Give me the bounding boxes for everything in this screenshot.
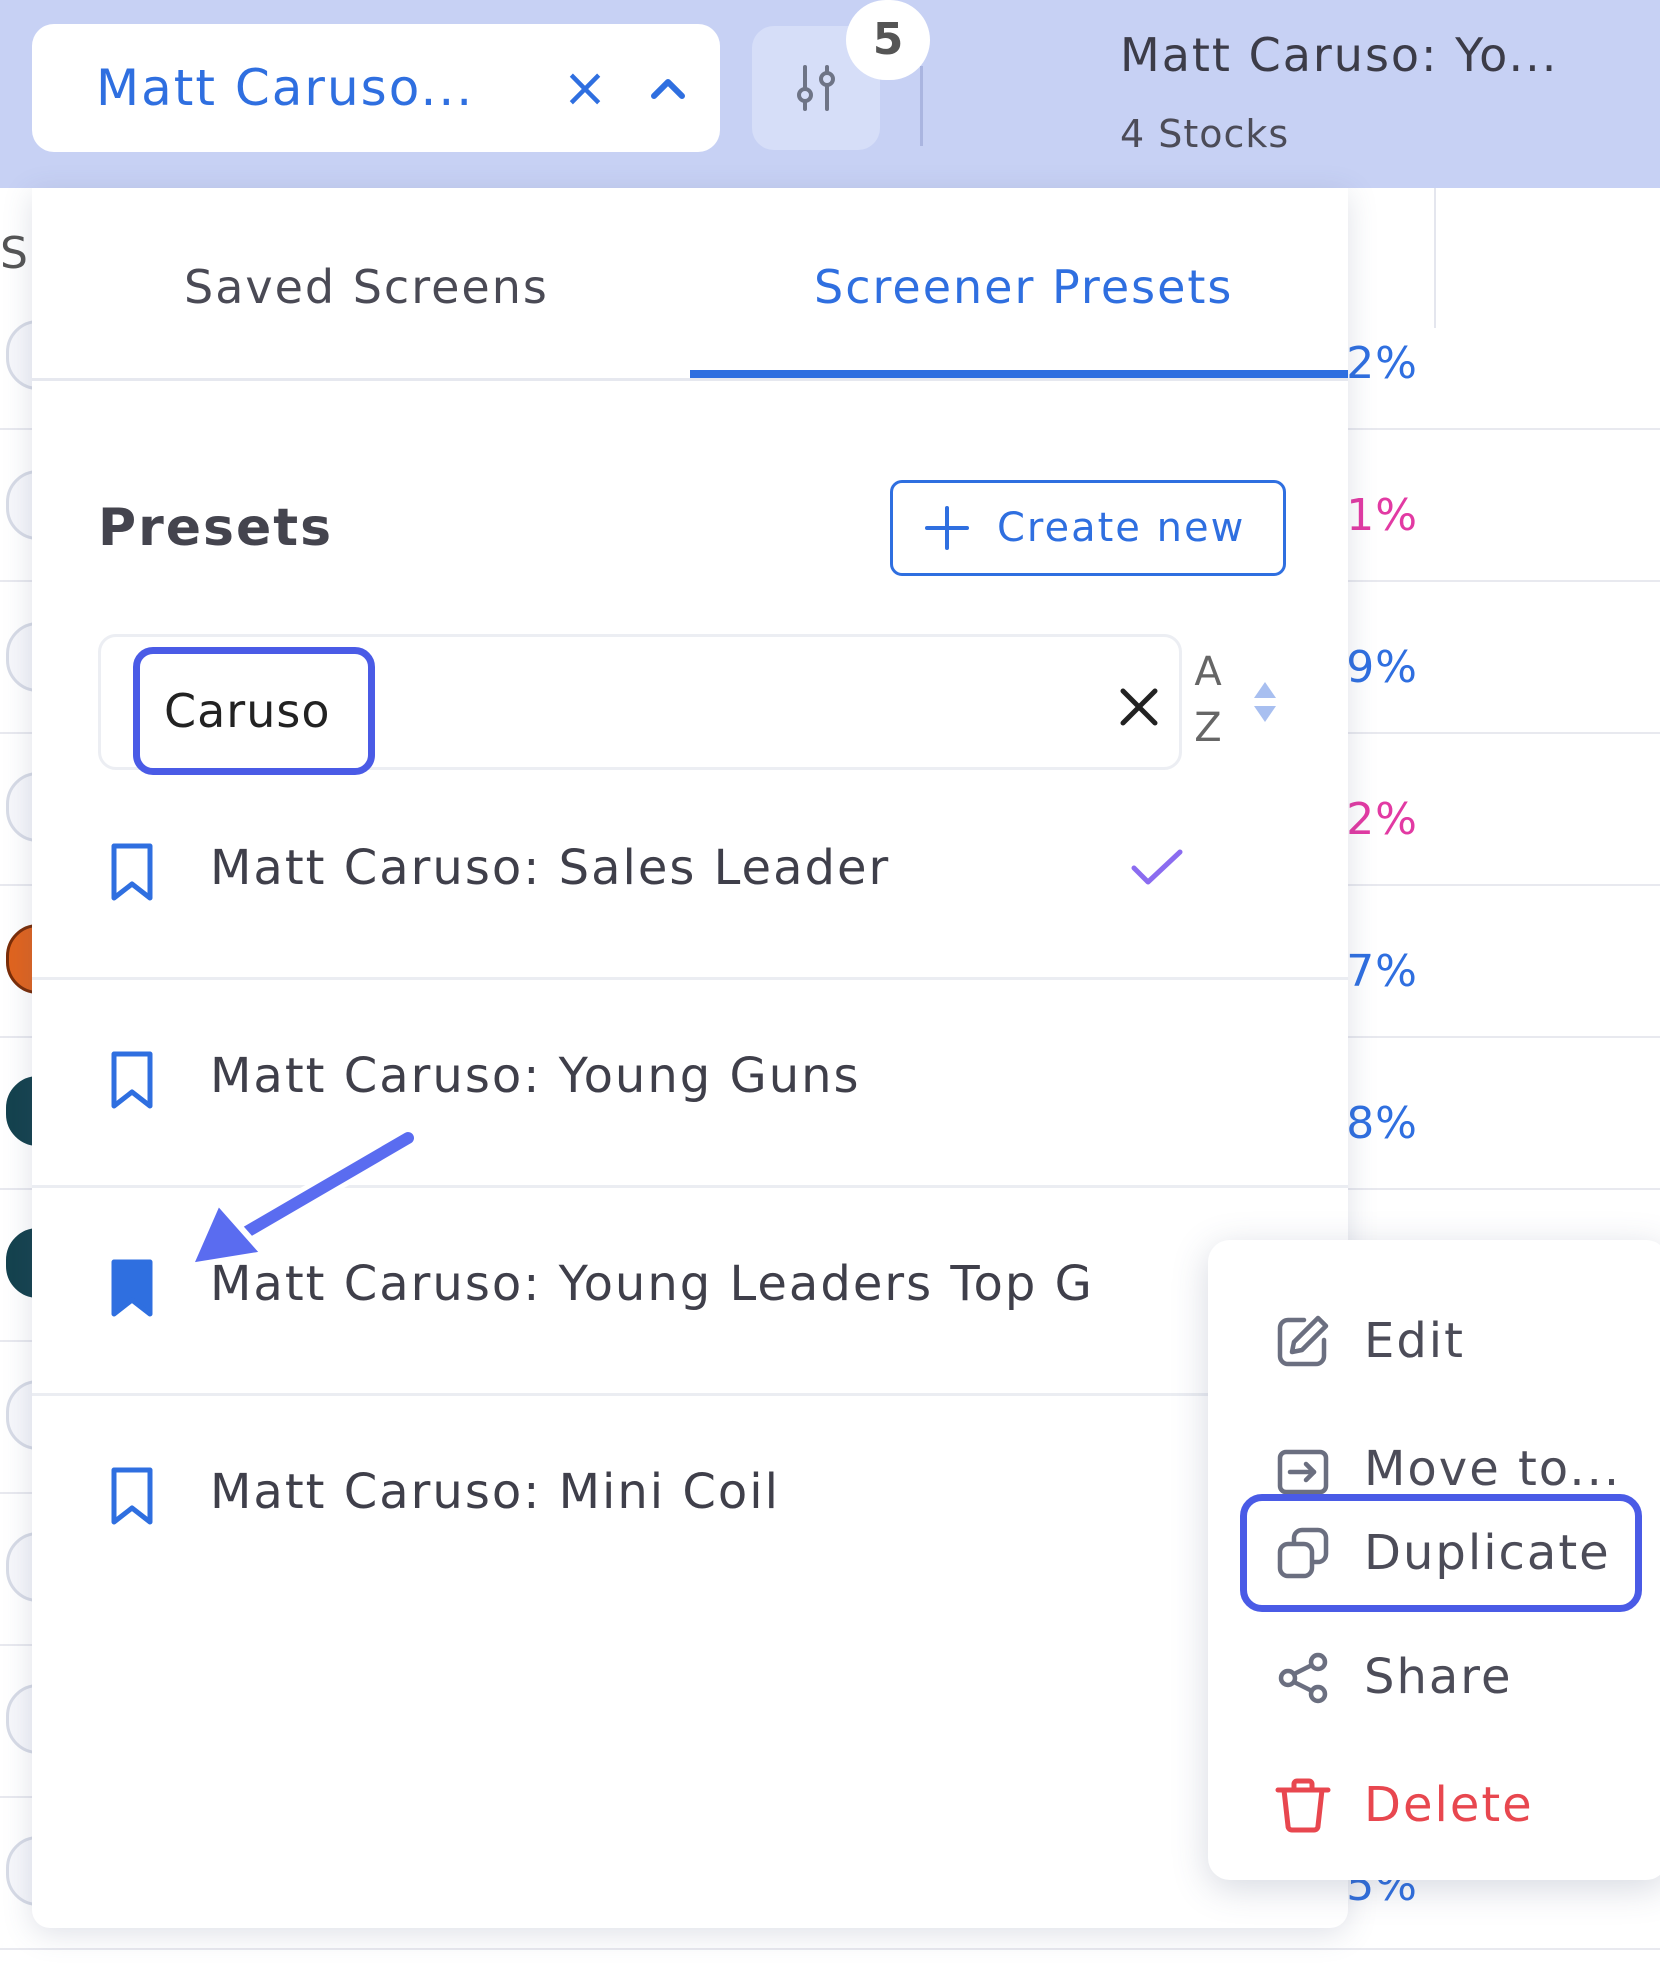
table-percent-value: 7% — [1348, 946, 1418, 997]
sliders-icon — [797, 65, 835, 111]
sort-arrows-icon[interactable] — [1252, 680, 1278, 724]
search-highlight — [133, 647, 375, 775]
chevron-up-icon[interactable] — [644, 64, 692, 112]
presets-dropdown-panel: Saved Screens Screener Presets Presets C… — [32, 188, 1348, 1928]
bookmark-outline-icon[interactable] — [108, 1050, 156, 1110]
bookmark-outline-icon[interactable] — [108, 842, 156, 902]
menu-item-delete[interactable]: Delete — [1274, 1760, 1654, 1850]
selected-check-icon — [1131, 849, 1183, 885]
menu-item-duplicate[interactable]: Duplicate — [1274, 1508, 1654, 1598]
annotation-arrow-icon — [187, 1127, 419, 1269]
tabs-divider — [32, 378, 1348, 381]
table-percent-value: 2% — [1348, 338, 1418, 389]
menu-item-label: Delete — [1364, 1777, 1534, 1833]
preset-search-box — [98, 634, 1182, 775]
active-tab-indicator — [690, 370, 1348, 378]
menu-item-label: Share — [1364, 1649, 1513, 1705]
edit-icon — [1277, 1315, 1329, 1367]
table-percent-value: 11% — [1348, 490, 1418, 541]
menu-item-label: Edit — [1364, 1313, 1465, 1369]
tab-screener-presets[interactable]: Screener Presets — [814, 260, 1233, 330]
screen-title: Matt Caruso: Yo... — [1120, 28, 1559, 82]
bookmark-outline-icon[interactable] — [108, 1466, 156, 1526]
clear-selection-icon[interactable]: × — [562, 58, 608, 118]
create-new-label: Create new — [997, 505, 1246, 551]
duplicate-icon — [1277, 1527, 1329, 1579]
plus-icon — [925, 506, 969, 550]
preset-name: Matt Caruso: Mini Coil — [210, 1464, 780, 1520]
filter-count-badge: 5 — [846, 0, 930, 80]
preset-select-value: Matt Caruso... — [96, 59, 475, 117]
presets-heading: Presets — [98, 498, 334, 558]
preset-context-menu: Edit Move to... Duplicate Share Delete — [1208, 1240, 1660, 1880]
top-bar: Matt Caruso... × 5 Matt Caruso: Yo... 4 … — [0, 0, 1660, 188]
sort-letter-a: A — [1194, 649, 1222, 695]
preset-select[interactable]: Matt Caruso... × — [32, 24, 720, 152]
table-column-divider — [1434, 188, 1436, 328]
table-percent-value: 8% — [1348, 1098, 1418, 1149]
preset-item[interactable]: Matt Caruso: Mini Coil — [32, 1396, 1348, 1604]
sort-alphabetical-button[interactable]: A Z — [1188, 644, 1228, 756]
share-icon — [1278, 1652, 1328, 1704]
menu-item-label: Move to... — [1364, 1441, 1622, 1497]
screen-stock-count: 4 Stocks — [1120, 112, 1290, 156]
header-divider — [920, 66, 923, 146]
table-row-divider — [0, 1948, 1660, 1950]
table-percent-value: 2% — [1348, 794, 1418, 845]
trash-icon — [1275, 1778, 1331, 1833]
preset-name: Matt Caruso: Sales Leader — [210, 840, 891, 896]
table-percent-value: 9% — [1348, 642, 1418, 693]
sort-letter-z: Z — [1194, 705, 1222, 751]
preset-search-input[interactable] — [164, 684, 344, 738]
table-column-letter: S — [0, 228, 28, 279]
tab-saved-screens[interactable]: Saved Screens — [184, 260, 549, 330]
move-to-icon — [1277, 1449, 1329, 1495]
create-new-button[interactable]: Create new — [890, 480, 1286, 576]
menu-item-label: Duplicate — [1364, 1525, 1611, 1581]
preset-name: Matt Caruso: Young Guns — [210, 1048, 861, 1104]
menu-item-share[interactable]: Share — [1274, 1632, 1654, 1722]
clear-search-icon[interactable] — [1117, 685, 1161, 729]
bookmark-filled-icon[interactable] — [108, 1258, 156, 1318]
menu-item-edit[interactable]: Edit — [1274, 1296, 1654, 1386]
preset-item[interactable]: Matt Caruso: Sales Leader — [32, 772, 1348, 980]
